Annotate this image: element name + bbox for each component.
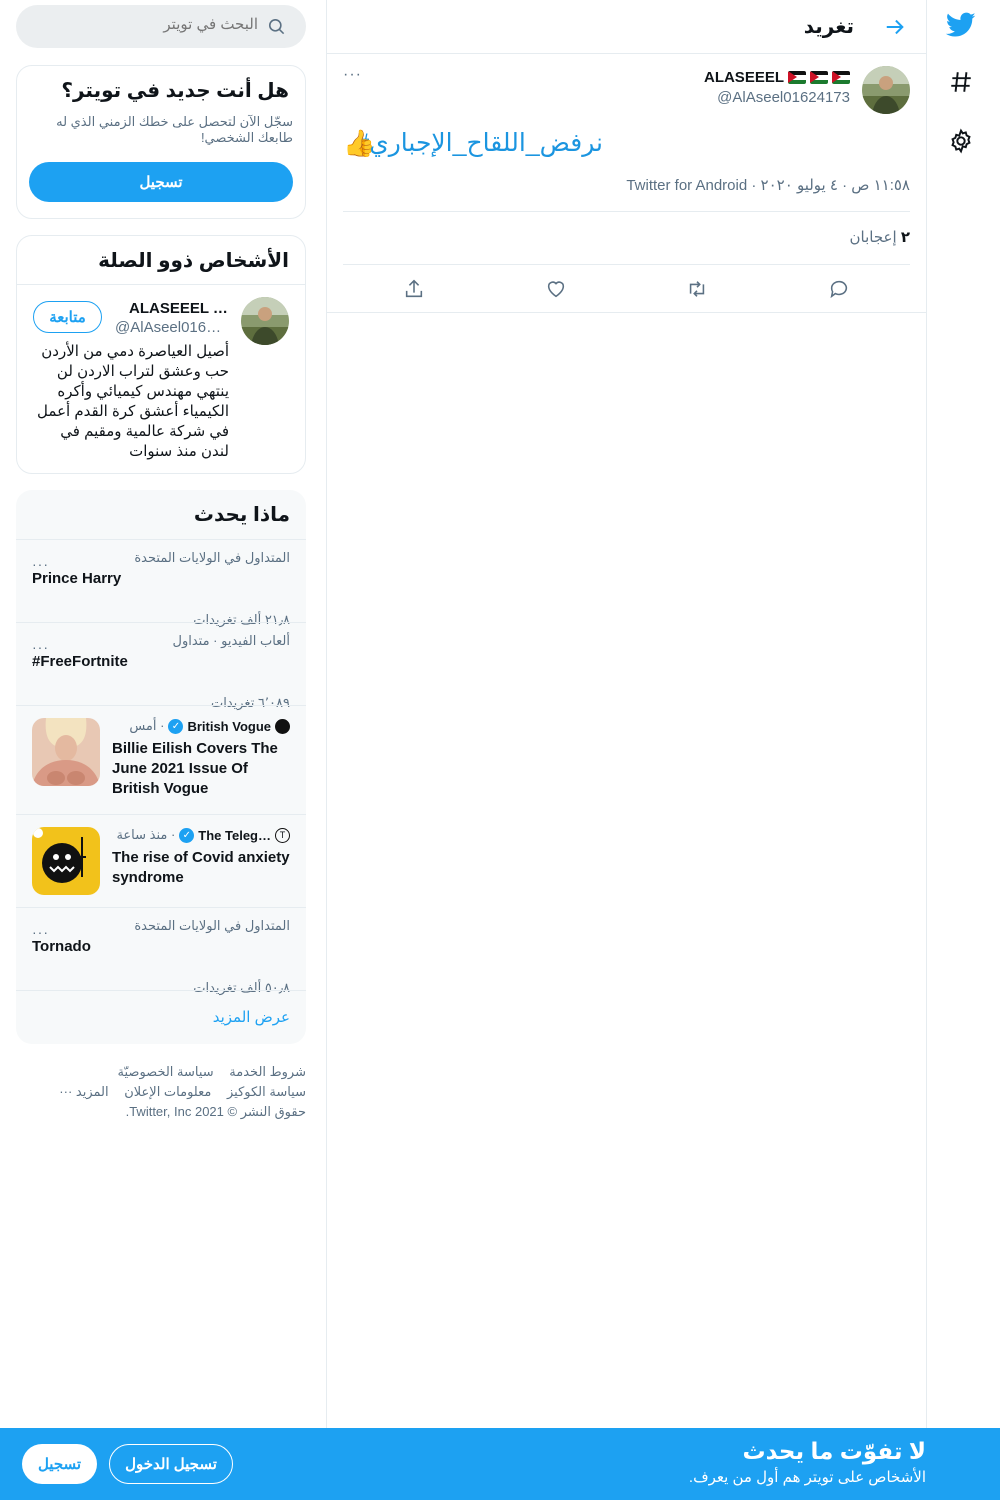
relevant-people-title: الأشخاص ذوو الصلة [98, 250, 289, 272]
explore-hashtag-icon[interactable] [946, 67, 976, 97]
signup-card-title: هل أنت جديد في تويتر؟ [61, 80, 289, 102]
tweet-timestamp[interactable]: ١١:٥٨ ص · ٤ يوليو ٢٠٢٠ · Twitter for And… [626, 176, 910, 194]
jordan-flag-icon [810, 71, 828, 84]
news-source: British Vogue ✓ · أمس [129, 718, 290, 734]
tweet-author-handle[interactable]: @AlAseel01624173 [717, 89, 850, 106]
trend-context: المتداول في الولايات المتحدة [134, 918, 290, 933]
trend-name: Prince Harry [32, 570, 122, 587]
login-button[interactable]: تسجيل الدخول [109, 1444, 233, 1484]
like-heart-icon[interactable] [544, 277, 568, 301]
signup-button[interactable]: تسجيل [29, 162, 293, 202]
person-bio: أصيل العياصرة دمي من الأردن حب وعشق لترا… [37, 343, 229, 460]
verified-badge-icon: ✓ [168, 718, 184, 734]
search-input[interactable] [58, 16, 258, 33]
share-icon[interactable] [402, 277, 426, 301]
more-options-icon[interactable]: ··· [32, 924, 49, 940]
trend-context: ألعاب الفيديو · متداول [172, 633, 290, 648]
cookies-link[interactable]: سياسة الكوكيز [227, 1084, 306, 1099]
more-link[interactable]: المزيد ··· [59, 1084, 108, 1099]
trend-name: #FreeFortnite [32, 653, 128, 670]
tweet-author-avatar[interactable] [862, 66, 910, 114]
news-source: T The Teleg… ✓ · منذ ساعة [116, 827, 290, 843]
thumbs-up-emoji: 👍 [343, 128, 376, 158]
jordan-flag-icon [832, 71, 850, 84]
telegraph-logo-icon: T [275, 827, 290, 843]
privacy-link[interactable]: سياسة الخصوصيّة [118, 1064, 214, 1079]
divider [16, 990, 306, 991]
divider [343, 211, 910, 212]
page-title: تغريد [803, 16, 854, 38]
trend-item[interactable]: المتداول في الولايات المتحدة Prince Harr… [16, 539, 306, 627]
prompt-title: لا تفوّت ما يحدث [742, 1438, 926, 1464]
person-handle[interactable]: @AlAseel01624173 [115, 319, 229, 336]
trend-context: المتداول في الولايات المتحدة [134, 550, 290, 565]
trend-item[interactable]: المتداول في الولايات المتحدة Tornado ٥٠٫… [16, 907, 306, 995]
twitter-logo-icon[interactable] [946, 10, 976, 40]
divider [327, 312, 926, 313]
divider [343, 264, 910, 265]
ads-info-link[interactable]: معلومات الإعلان [124, 1084, 211, 1099]
tweet-author-name[interactable]: ALASEEEL [704, 69, 850, 86]
copyright: حقوق النشر © 2021 Twitter, Inc. [125, 1104, 306, 1119]
nav-rail [926, 0, 1000, 1430]
follow-button[interactable]: متابعة [33, 301, 102, 333]
prompt-subtitle: الأشخاص على تويتر هم أول من يعرف. [688, 1469, 926, 1486]
signup-card-description: سجّل الآن لتحصل على خطك الزمني الذي له ط… [56, 114, 293, 145]
person-avatar[interactable] [241, 297, 289, 345]
news-headline: Billie Eilish Covers The June 2021 Issue… [112, 740, 278, 797]
more-options-icon[interactable]: ··· [32, 556, 49, 572]
news-thumbnail [32, 718, 100, 786]
tweet-detail-column: تغريد ALASEEEL @AlAseel01624173 ··· #نرف… [326, 0, 926, 1430]
jordan-flag-icon [788, 71, 806, 84]
news-thumbnail [32, 827, 100, 895]
trends-title: ماذا يحدث [193, 504, 290, 526]
news-item[interactable]: British Vogue ✓ · أمس Billie Eilish Cove… [16, 705, 306, 814]
page-header: تغريد [327, 0, 926, 54]
trend-item[interactable]: ألعاب الفيديو · متداول #FreeFortnite ٦٬٠… [16, 622, 306, 710]
reply-icon[interactable] [827, 277, 851, 301]
back-arrow-icon[interactable] [880, 12, 910, 42]
vogue-logo-icon [275, 718, 290, 734]
news-item[interactable]: T The Teleg… ✓ · منذ ساعة The rise of Co… [16, 814, 306, 907]
person-name[interactable]: ALASEEEL 🇯🇴🇯🇴🇯🇴 [129, 299, 229, 317]
likes-count[interactable]: ٢ إعجابان [850, 228, 910, 246]
terms-link[interactable]: شروط الخدمة [229, 1064, 306, 1079]
footer-links: شروط الخدمة سياسة الخصوصيّة سياسة الكوكي… [16, 1060, 306, 1120]
tweet-actions [343, 266, 910, 312]
signup-button[interactable]: تسجيل [22, 1444, 97, 1484]
login-prompt-bar: لا تفوّت ما يحدث الأشخاص على تويتر هم أو… [0, 1428, 1000, 1500]
relevant-people-card: الأشخاص ذوو الصلة ALASEEEL 🇯🇴🇯🇴🇯🇴 @AlAse… [16, 235, 306, 474]
verified-badge-icon: ✓ [179, 827, 195, 843]
trend-count: ٥٠٫٨ ألف تغريدات [193, 980, 290, 995]
trend-name: Tornado [32, 938, 91, 955]
retweet-icon[interactable] [685, 277, 709, 301]
new-to-twitter-card: هل أنت جديد في تويتر؟ سجّل الآن لتحصل عل… [16, 65, 306, 219]
search-icon [267, 17, 286, 41]
divider [17, 284, 305, 285]
show-more-link[interactable]: عرض المزيد [213, 1008, 290, 1026]
more-options-icon[interactable]: ··· [32, 639, 49, 655]
tweet-hashtag-link[interactable]: #نرفض_اللقاح_الإجباري [355, 128, 603, 158]
search-bar[interactable] [16, 5, 306, 48]
more-options-icon[interactable]: ··· [343, 66, 362, 84]
whats-happening-card: ماذا يحدث المتداول في الولايات المتحدة P… [16, 490, 306, 1044]
news-headline: The rise of Covid anxiety syndrome [112, 849, 290, 886]
settings-gear-icon[interactable] [946, 126, 976, 156]
